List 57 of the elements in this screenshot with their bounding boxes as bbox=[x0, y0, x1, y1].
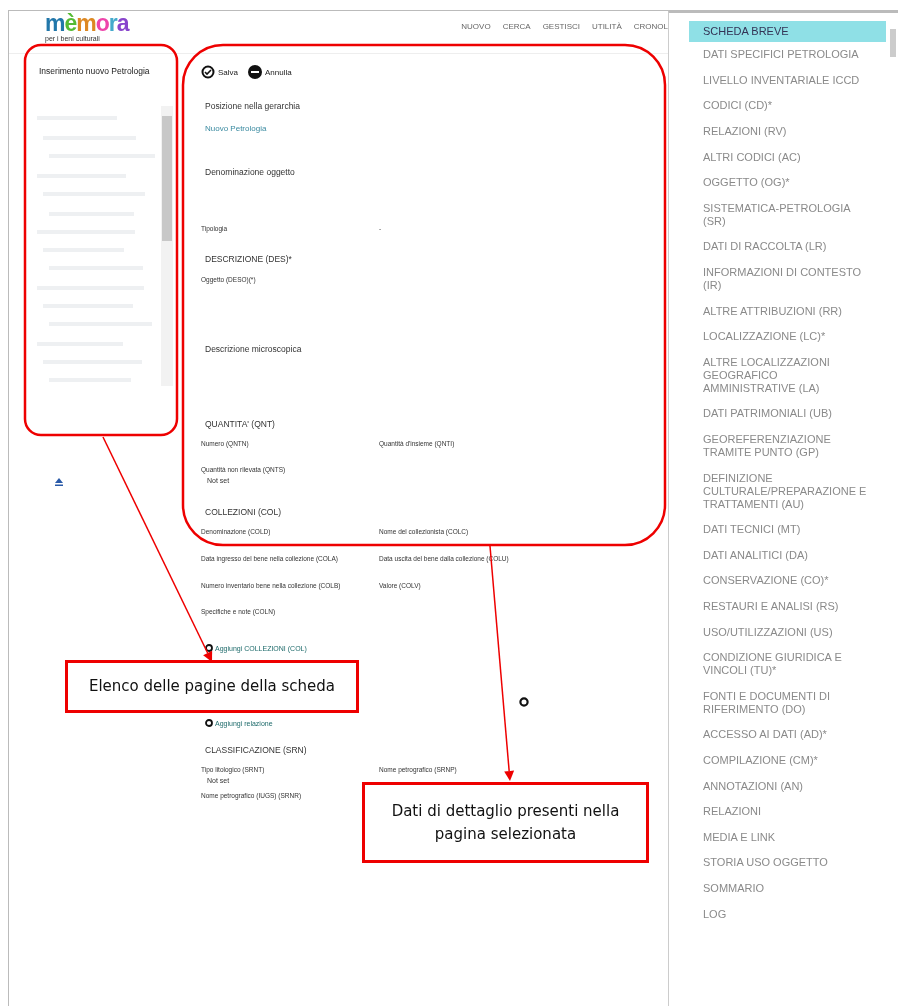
sidebar-item[interactable]: RELAZIONI (RV) bbox=[689, 121, 887, 142]
section-heading: CLASSIFICAZIONE (SRN) bbox=[204, 745, 307, 755]
sidebar-item[interactable]: ALTRE ATTRIBUZIONI (RR) bbox=[689, 301, 887, 321]
section-heading: Posizione nella gerarchia bbox=[204, 101, 300, 111]
sidebar-item[interactable]: ACCESSO AI DATI (AD)* bbox=[689, 725, 887, 745]
callout-label: Elenco delle pagine della scheda bbox=[65, 660, 359, 713]
sidebar-item[interactable]: ANNOTAZIONI (AN) bbox=[689, 776, 887, 796]
sidebar-item[interactable]: ALTRE LOCALIZZAZIONI GEOGRAFICO AMMINISTRATIVE (LA) bbox=[689, 352, 887, 399]
save-button[interactable]: Salva bbox=[201, 65, 238, 79]
sidebar-item[interactable]: LIVELLO INVENTARIALE ICCD bbox=[689, 70, 887, 91]
sidebar-item[interactable]: STORIA USO OGGETTO bbox=[689, 853, 887, 873]
sidebar-item[interactable]: CONDIZIONE GIURIDICA E VINCOLI (TU)* bbox=[689, 647, 887, 681]
sidebar-item[interactable]: RELAZIONI bbox=[689, 801, 887, 822]
sidebar-item[interactable]: INFORMAZIONI DI CONTESTO (IR) bbox=[689, 262, 887, 296]
triangle-icon bbox=[55, 478, 63, 486]
sidebar-item[interactable]: COMPILAZIONE (CM)* bbox=[689, 750, 887, 771]
sidebar-item[interactable]: FONTI E DOCUMENTI DI RIFERIMENTO (DO) bbox=[689, 686, 887, 720]
sidebar-item[interactable]: DATI DI RACCOLTA (LR) bbox=[689, 237, 887, 257]
nav-link[interactable]: GESTISCI bbox=[542, 21, 580, 31]
check-circle-icon bbox=[201, 65, 215, 79]
section-heading: DESCRIZIONE (DES)* bbox=[204, 254, 292, 264]
sidebar-item[interactable]: OGGETTO (OG)* bbox=[689, 172, 887, 193]
nav-link[interactable]: UTILITÀ bbox=[592, 21, 622, 31]
cancel-button[interactable]: Annulla bbox=[248, 65, 292, 79]
panel-title: Inserimento nuovo Petrologia bbox=[39, 66, 151, 76]
circle-icon bbox=[205, 719, 213, 727]
sidebar-item[interactable]: GEOREFERENZIAZIONE TRAMITE PUNTO (GP) bbox=[689, 429, 887, 463]
section-heading: COLLEZIONI (COL) bbox=[204, 507, 282, 517]
sidebar-item[interactable]: LOG bbox=[689, 904, 887, 924]
sidebar-item[interactable]: LOCALIZZAZIONE (LC)* bbox=[689, 326, 887, 347]
section-heading: QUANTITA' (QNT) bbox=[204, 419, 275, 429]
sidebar-item[interactable]: ALTRI CODICI (AC) bbox=[689, 147, 887, 167]
sidebar-item[interactable]: SOMMARIO bbox=[689, 878, 887, 899]
scrollbar[interactable] bbox=[161, 106, 173, 386]
sidebar-item[interactable]: DATI PATRIMONIALI (UB) bbox=[689, 404, 887, 424]
sidebar-item[interactable]: DEFINIZIONE CULTURALE/PREPARAZIONE E TRATTAMENTI (AU) bbox=[689, 468, 887, 514]
callout-label: Dati di dettaglio presenti nella pagina selezionata bbox=[362, 782, 649, 863]
circle-icon bbox=[205, 644, 213, 652]
sidebar-item[interactable]: CODICI (CD)* bbox=[689, 96, 887, 116]
hierarchy-link[interactable]: Nuovo Petrologia bbox=[201, 123, 267, 133]
sidebar-item[interactable]: RESTAURI E ANALISI (RS) bbox=[689, 596, 887, 617]
section-heading: Descrizione microscopica bbox=[204, 344, 302, 354]
minus-circle-icon bbox=[248, 65, 262, 79]
nav-link[interactable]: NUOVO bbox=[461, 21, 491, 31]
sidebar-item[interactable]: SISTEMATICA-PETROLOGIA (SR) bbox=[689, 198, 887, 232]
sidebar-item[interactable]: SCHEDA BREVE bbox=[689, 21, 887, 42]
sidebar-item[interactable]: USO/UTILIZZAZIONI (US) bbox=[689, 622, 887, 642]
section-heading: Denominazione oggetto bbox=[204, 167, 295, 177]
logo: mèmora bbox=[45, 12, 129, 35]
sidebar-item[interactable]: DATI TECNICI (MT) bbox=[689, 519, 887, 540]
circle-icon[interactable] bbox=[519, 697, 529, 707]
sidebar-item[interactable]: DATI SPECIFICI PETROLOGIA bbox=[689, 45, 887, 65]
sidebar-item[interactable]: DATI ANALITICI (DA) bbox=[689, 545, 887, 566]
nav-link[interactable]: CRONOL bbox=[633, 21, 668, 31]
sidebar-item[interactable]: MEDIA E LINK bbox=[689, 827, 887, 848]
nav-link[interactable]: CERCA bbox=[502, 21, 531, 31]
sidebar-item[interactable]: CONSERVAZIONE (CO)* bbox=[689, 571, 887, 591]
